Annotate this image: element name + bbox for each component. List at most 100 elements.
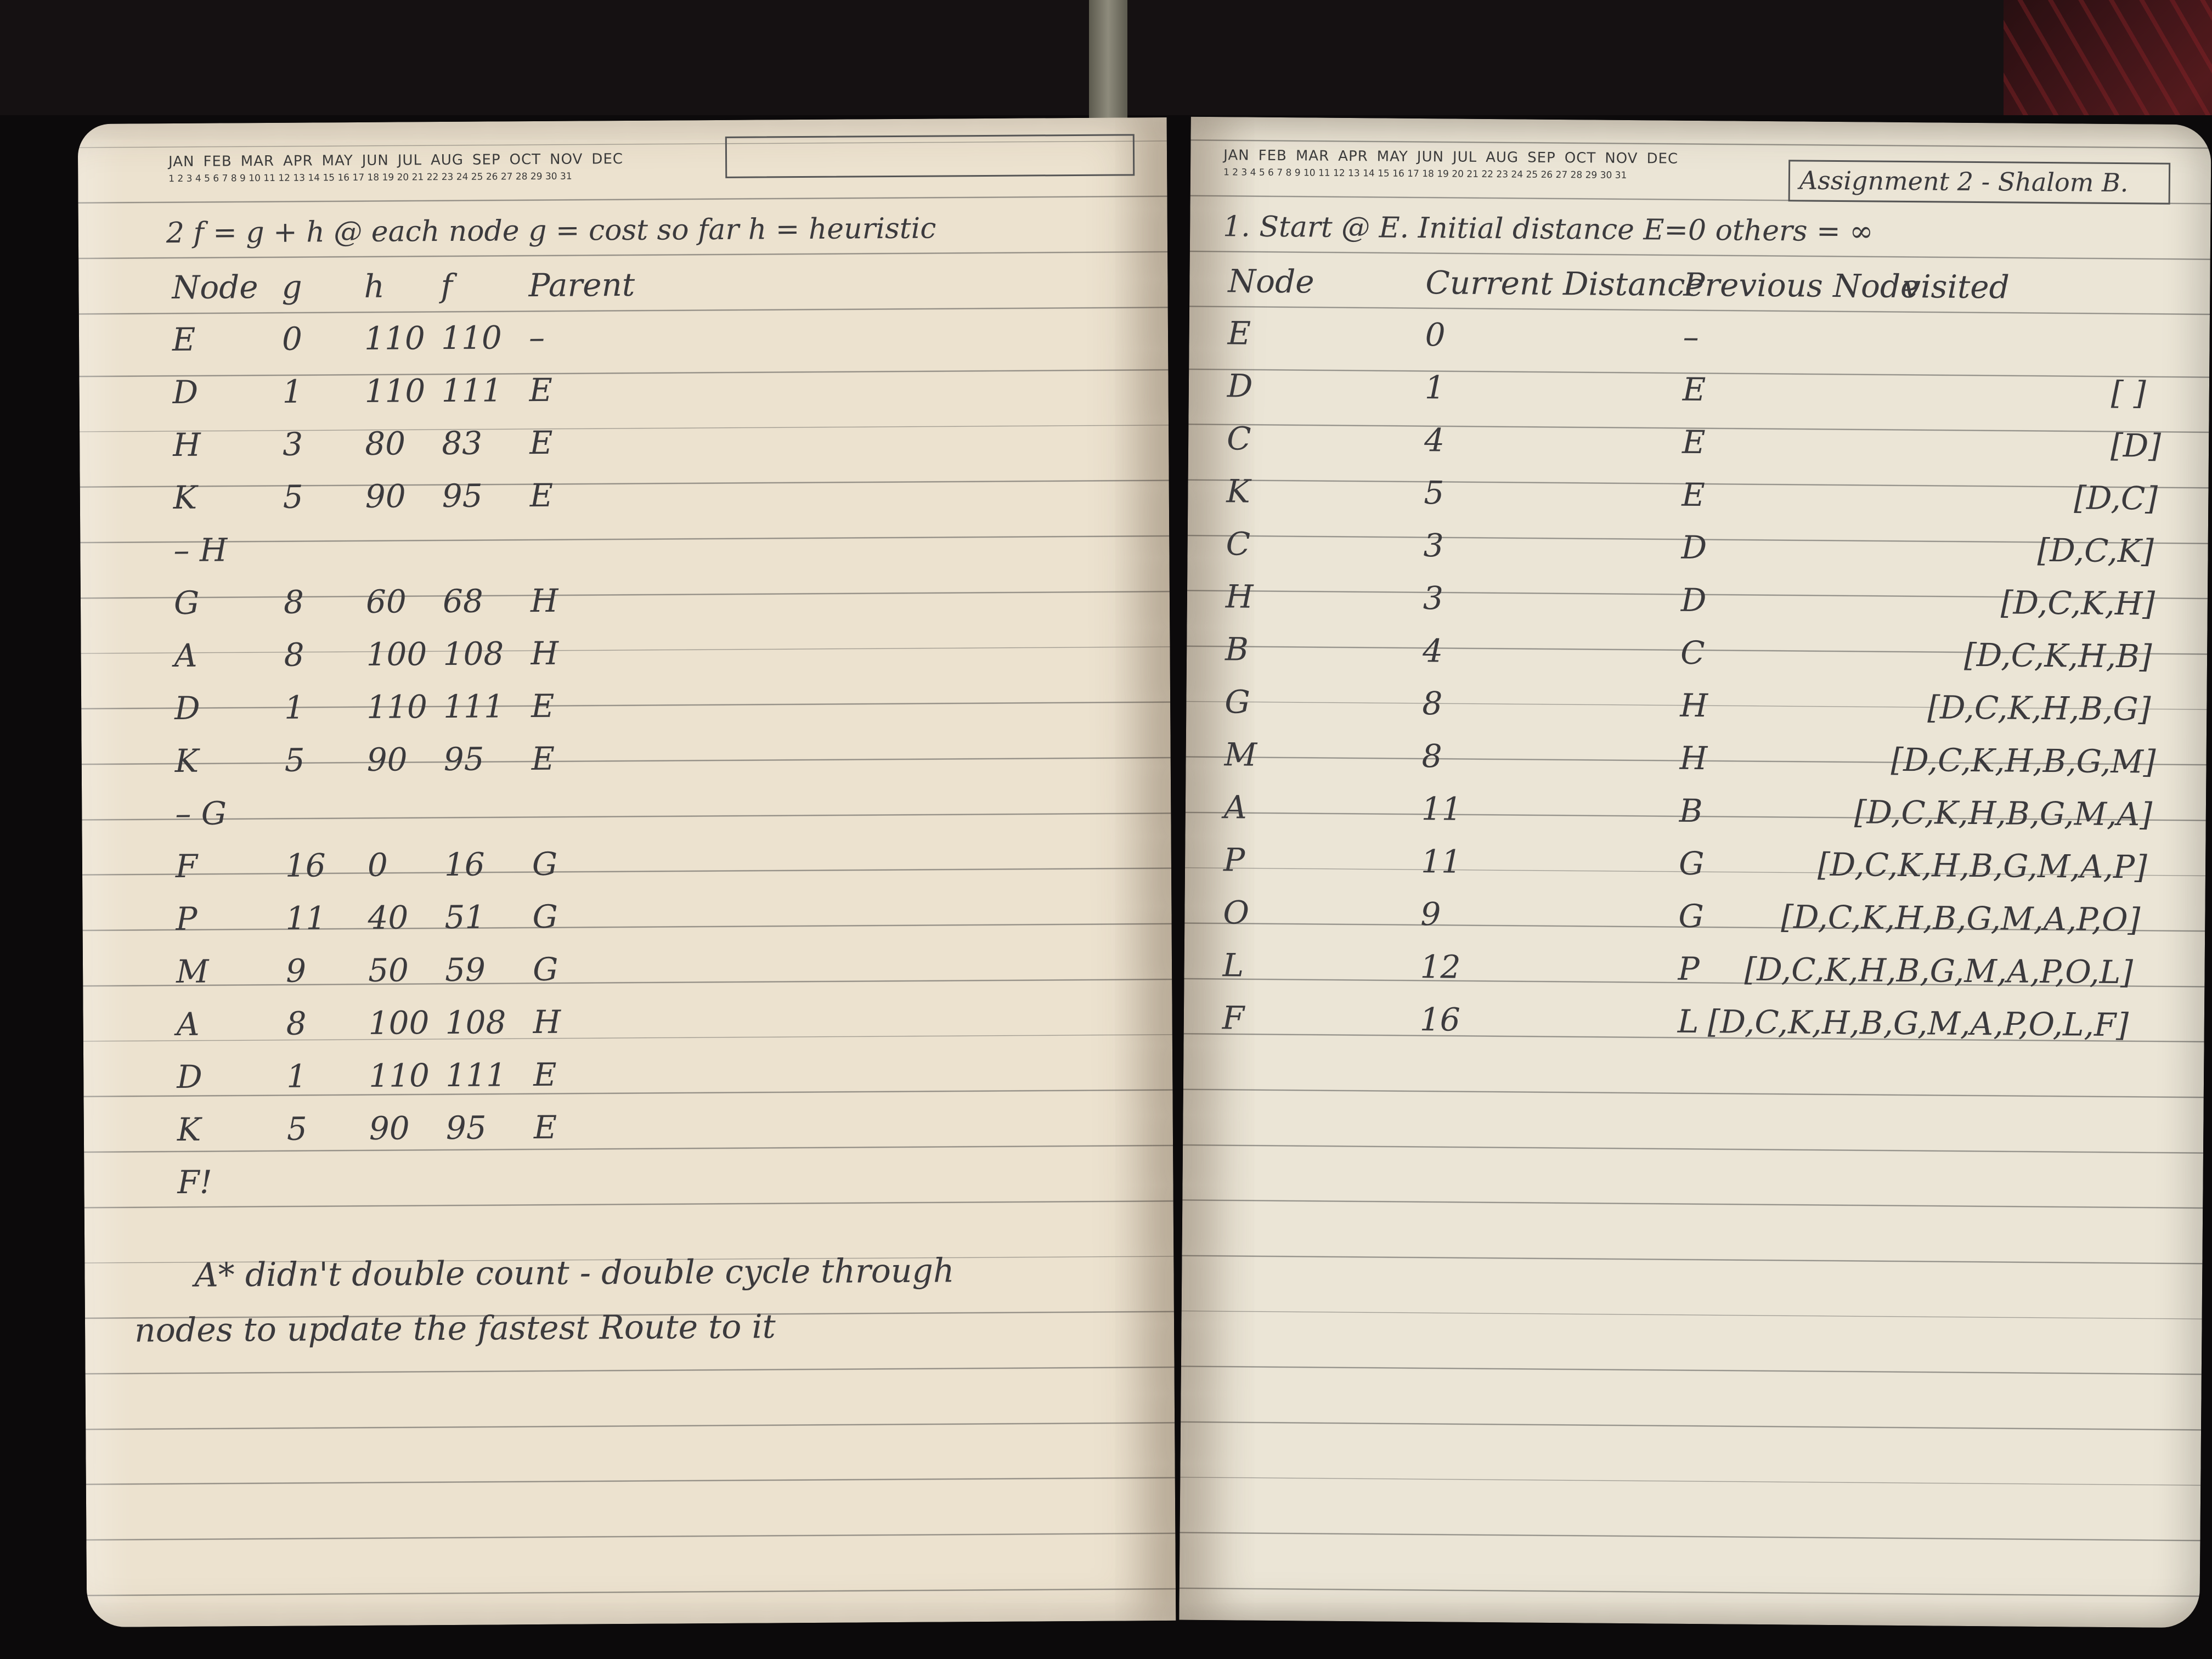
table-cell: H	[1680, 686, 1708, 725]
month-strip: JAN FEB MAR APR MAY JUN JUL AUG SEP OCT NOV DEC	[168, 151, 632, 170]
table-cell: 90	[365, 477, 406, 515]
day-strip: 1 2 3 4 5 6 7 8 9 10 11 12 13 14 15 16 1…	[168, 171, 572, 185]
table-cell: 100	[366, 635, 427, 673]
table-cell: 110	[441, 319, 502, 357]
month-label: MAY	[321, 153, 353, 170]
table-cell: 16	[285, 847, 326, 884]
table-cell: 50	[368, 951, 409, 989]
month-label: NOV	[550, 151, 583, 168]
table-cell: 110	[369, 1057, 430, 1094]
left-page: JAN FEB MAR APR MAY JUN JUL AUG SEP OCT NOV DEC 1 2…	[77, 117, 1176, 1628]
column-header: g	[281, 268, 302, 306]
table-cell: [D,C,K,H,B,G,M,A]	[1854, 793, 2153, 833]
table-cell: –	[528, 318, 545, 357]
table-cell: 11	[1420, 843, 1462, 881]
table-cell: P	[1678, 950, 1700, 988]
table-cell: O	[1223, 894, 1250, 932]
table-cell: K	[1226, 472, 1251, 510]
table-cell: G	[1224, 683, 1251, 721]
month-label: NOV	[1605, 150, 1638, 167]
column-header: Node	[172, 268, 258, 307]
table-cell: [D]	[2110, 426, 2162, 465]
table-cell: 5	[284, 741, 305, 779]
table-cell: [D,C,K,H,B,G,M,A,P]	[1817, 845, 2147, 886]
table-cell: 3	[1423, 579, 1444, 617]
table-cell: 1	[1424, 369, 1446, 407]
month-label: APR	[283, 153, 313, 170]
month-strip: JAN FEB MAR APR MAY JUN JUL AUG SEP OCT NOV DEC	[1223, 147, 1687, 167]
table-cell: 51	[444, 898, 486, 936]
right-page: JAN FEB MAR APR MAY JUN JUL AUG SEP OCT NOV DEC 1 2…	[1179, 116, 2211, 1628]
table-cell: – H	[173, 531, 228, 569]
table-cell: 8	[286, 1005, 307, 1042]
month-label: OCT	[1564, 150, 1596, 167]
table-cell: F!	[177, 1163, 213, 1201]
table-cell: 40	[368, 899, 409, 936]
month-label: SEP	[1527, 149, 1556, 166]
table-cell: E	[529, 424, 553, 462]
table-cell: 90	[369, 1109, 410, 1147]
month-label: AUG	[1486, 149, 1519, 166]
month-label: FEB	[1258, 147, 1288, 165]
table-cell: E	[531, 740, 555, 778]
table-cell: [D,C,K,H,B,G,M]	[1891, 741, 2156, 781]
table-cell: L	[1677, 1002, 1699, 1041]
table-cell: B	[1679, 792, 1703, 830]
title-box	[725, 134, 1135, 178]
column-header: Node	[1228, 262, 1314, 301]
table-cell: –	[1683, 318, 1699, 356]
table-cell: [D,C,K,H,B,G,M,A,P,O,L]	[1744, 950, 2134, 991]
table-cell: D	[1227, 367, 1253, 405]
column-header: f	[441, 267, 453, 305]
table-cell: [D,C,K,H,B,G]	[1927, 689, 2151, 728]
table-cell: C	[1226, 525, 1251, 563]
table-cell: A	[174, 636, 198, 675]
table-cell: G	[532, 950, 558, 989]
table-cell: 8	[284, 636, 304, 674]
table-cell: G	[532, 898, 558, 936]
table-cell: 110	[364, 372, 426, 410]
table-cell: K	[177, 1110, 201, 1149]
table-cell: E	[1227, 314, 1251, 352]
table-cell: 110	[364, 319, 425, 357]
month-label: SEP	[472, 151, 501, 168]
table-cell: 68	[442, 582, 483, 620]
table-cell: 1	[282, 373, 303, 410]
table-cell: F	[175, 847, 198, 885]
month-label: OCT	[509, 151, 541, 168]
table-cell: 110	[366, 688, 428, 726]
table-cell: [D,C,K,H]	[2000, 584, 2155, 623]
month-label: JUN	[1417, 148, 1444, 166]
table-cell: 8	[1422, 685, 1443, 723]
table-cell: H	[1225, 578, 1254, 616]
month-label: MAY	[1376, 148, 1408, 165]
month-label: JUL	[397, 152, 422, 169]
table-cell: 108	[445, 1003, 506, 1042]
right-date-header: JAN FEB MAR APR MAY JUN JUL AUG SEP OCT NOV DEC 1 2…	[1223, 147, 1687, 182]
left-date-header: JAN FEB MAR APR MAY JUN JUL AUG SEP OCT NOV DEC 1 2…	[168, 151, 632, 184]
month-label: AUG	[430, 151, 464, 169]
table-cell: L	[1222, 946, 1244, 984]
table-cell: P	[176, 900, 198, 938]
left-title-line: 2 f = g + h @ each node g = cost so far …	[166, 212, 936, 250]
month-label: MAR	[1295, 148, 1330, 165]
month-label: JUN	[362, 152, 389, 169]
table-cell: 8	[283, 583, 304, 621]
table-cell: 111	[441, 371, 503, 410]
table-cell: G	[1678, 897, 1704, 935]
table-cell: D	[1680, 581, 1707, 619]
month-label: DEC	[591, 151, 624, 168]
table-cell: 111	[445, 1056, 507, 1094]
table-cell: F	[1222, 999, 1245, 1037]
table-cell: 5	[283, 478, 303, 516]
table-cell: 8	[1421, 737, 1442, 775]
table-cell: 3	[283, 425, 303, 463]
table-cell: [D,C,K,H,B,G,M,A,P,O]	[1781, 898, 2141, 939]
table-cell: [D,C]	[2074, 479, 2158, 517]
table-cell: E	[529, 371, 553, 409]
table-cell: H	[173, 426, 201, 464]
table-cell: 3	[1423, 527, 1444, 565]
column-header: Current Distance	[1425, 264, 1705, 304]
table-cell: E	[531, 687, 555, 725]
month-label: FEB	[203, 153, 232, 170]
